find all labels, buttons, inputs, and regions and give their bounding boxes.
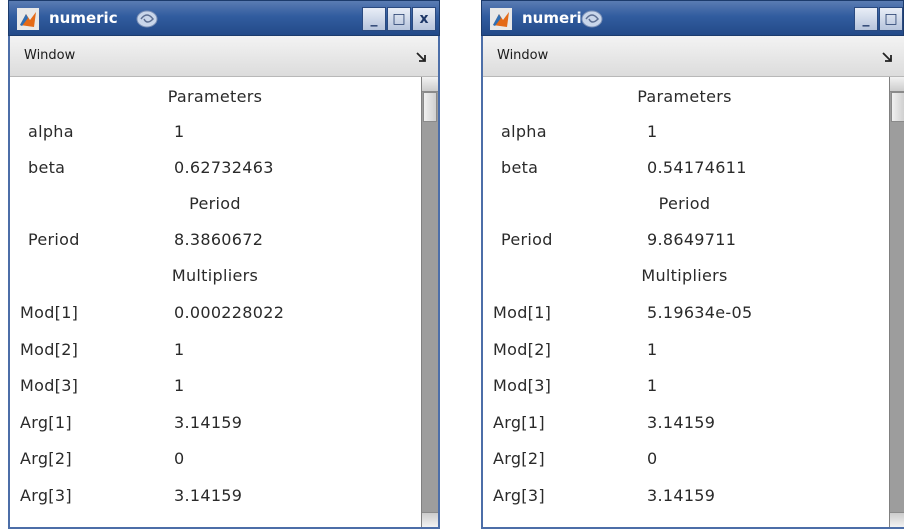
scrollbar-thumb[interactable] [891, 92, 904, 122]
app-icon [17, 8, 39, 30]
section-heading-parameters: Parameters [637, 87, 732, 106]
section-heading-multipliers: Multipliers [641, 266, 728, 285]
period-row: Period 8.3860672 [28, 230, 264, 249]
period-row: Period 9.8649711 [501, 230, 737, 249]
window-controls: _ □ x [362, 7, 436, 31]
window-controls: _ □ x [854, 7, 904, 31]
menu-arrow-icon[interactable] [416, 52, 426, 62]
menu-window[interactable]: Window [497, 48, 548, 63]
numeric-window-2: numeric _ □ x Window Parameters alpha1 b… [481, 0, 904, 529]
scroll-down-arrow-icon[interactable] [890, 512, 904, 527]
menu-arrow-icon[interactable] [882, 52, 892, 62]
parameter-row-beta: beta 0.54174611 [501, 158, 747, 177]
scroll-up-arrow-icon[interactable] [890, 77, 904, 92]
multiplier-row: Mod[2] 1 [493, 340, 658, 359]
multiplier-row: Arg[3] 3.14159 [20, 486, 243, 505]
parameter-row-alpha: alpha 1 [501, 122, 658, 141]
maximize-button[interactable]: □ [387, 7, 411, 31]
multiplier-row: Mod[2] 1 [20, 340, 185, 359]
multiplier-row: Mod[1] 5.19634e-05 [493, 303, 753, 322]
multiplier-row: Arg[2] 0 [493, 449, 658, 468]
window-frame: Window Parameters alpha 1 beta 0.62732463 … [8, 36, 440, 529]
multiplier-row: Arg[3] 3.14159 [493, 486, 716, 505]
menu-bar: Window [483, 36, 904, 77]
section-heading-period: Period [189, 194, 241, 213]
app-icon [490, 8, 512, 30]
section-heading-parameters: Parameters [167, 87, 263, 106]
title-bar[interactable]: numeric _ □ x [481, 0, 904, 36]
multiplier-row: Mod[3] 1 [20, 376, 185, 395]
scroll-down-arrow-icon[interactable] [422, 512, 438, 527]
multiplier-row: Mod[3] 1 [493, 376, 658, 395]
menu-bar: Window [10, 36, 438, 77]
numeric-window-1: numeric _ □ x Window Parameters alpha 1 b… [8, 0, 440, 529]
swirl-icon [136, 10, 158, 28]
multiplier-row: Arg[1] 3.14159 [493, 413, 716, 432]
values-panel: Parameters alpha 1 beta 0.62732463 Period … [10, 77, 420, 527]
vertical-scrollbar[interactable] [889, 77, 904, 527]
minimize-button[interactable]: _ [362, 7, 386, 31]
swirl-icon [581, 10, 603, 28]
scrollbar-thumb[interactable] [423, 92, 437, 122]
section-heading-multipliers: Multipliers [171, 266, 259, 285]
parameter-row-beta: beta 0.62732463 [28, 158, 274, 177]
maximize-button[interactable]: □ [879, 7, 903, 31]
window-title: numeric [49, 9, 118, 27]
multiplier-row: Arg[2] 0 [20, 449, 185, 468]
parameter-row-alpha: alpha 1 [28, 122, 185, 141]
window-frame: Window Parameters alpha 1 beta 0.54174611 … [481, 36, 904, 529]
title-bar[interactable]: numeric _ □ x [8, 0, 440, 36]
values-panel: Parameters alpha 1 beta 0.54174611 Period … [483, 77, 886, 527]
scroll-up-arrow-icon[interactable] [422, 77, 438, 92]
multiplier-row: Arg[1] 3.14159 [20, 413, 243, 432]
vertical-scrollbar[interactable] [421, 77, 438, 527]
close-button[interactable]: x [412, 7, 436, 31]
multiplier-row: Mod[1] 0.000228022 [20, 303, 285, 322]
menu-window[interactable]: Window [24, 48, 75, 63]
section-heading-period: Period [658, 194, 711, 213]
minimize-button[interactable]: _ [854, 7, 878, 31]
